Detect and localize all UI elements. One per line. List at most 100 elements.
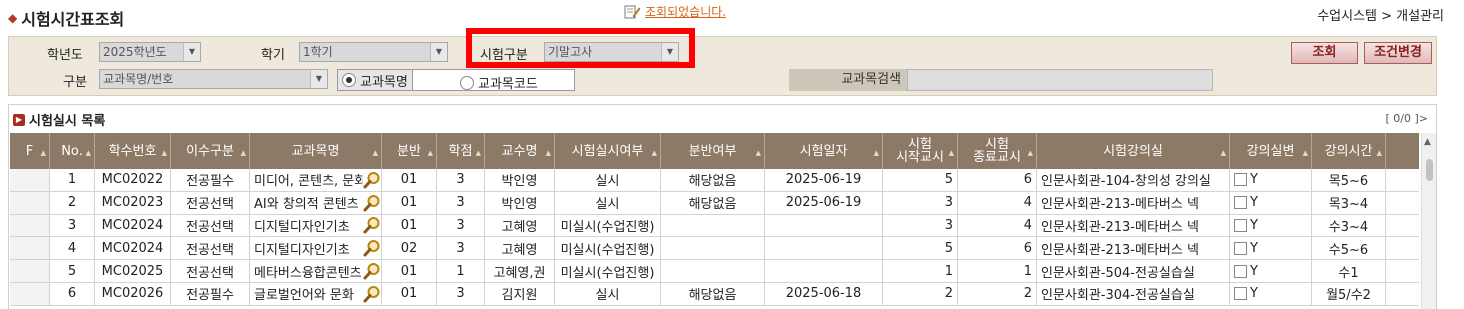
cell-text: 김지원	[501, 288, 538, 304]
sort-icon[interactable]: ▲	[41, 147, 46, 160]
column-header-label: 분반	[397, 143, 421, 159]
column-header-label: 시험실시여부	[571, 143, 644, 159]
table-cell: 5	[883, 169, 958, 191]
sort-icon[interactable]: ▲	[546, 147, 551, 160]
table-row[interactable]: 5 MC02025 전공선택 메타버스융합콘텐츠 01 1 고혜영,권 미실시(수업진행) 1 1…	[10, 260, 1419, 283]
magnifier-icon[interactable]	[363, 262, 381, 280]
sort-icon[interactable]: ▲	[373, 147, 378, 160]
magnifier-icon[interactable]	[363, 171, 381, 189]
column-header[interactable]: 교수명 ▲	[485, 133, 555, 169]
sort-icon[interactable]: ▲	[162, 147, 167, 160]
sort-icon[interactable]: ▲	[241, 147, 246, 160]
column-header[interactable]: 학수번호 ▲	[95, 133, 171, 169]
magnifier-icon[interactable]	[363, 239, 381, 257]
category-select[interactable]: 교과목명/번호 ▼	[99, 69, 328, 89]
cell-text: 전공필수	[186, 174, 234, 190]
table-cell: 해당없음	[661, 191, 765, 214]
sort-icon[interactable]: ▲	[949, 147, 954, 160]
cell-text: 3	[67, 217, 77, 233]
room-change-checkbox[interactable]	[1234, 241, 1247, 255]
cell-text: 2	[1023, 286, 1032, 302]
table-row[interactable]: 4 MC02024 전공선택 디지털디자인기초 02 3 고혜영 미실시(수업진행) 5 6 인문사…	[10, 237, 1419, 261]
table-cell	[10, 237, 50, 260]
cell-text: 인문사회관-213-메타버스 넥	[1041, 219, 1199, 235]
table-cell: 3	[437, 191, 485, 214]
sort-icon[interactable]: ▲	[428, 147, 433, 160]
cell-text: MC02023	[101, 195, 164, 211]
cell-text: 3	[944, 217, 953, 233]
keyword-input[interactable]	[907, 69, 1213, 91]
year-select[interactable]: 2025학년도 ▼	[99, 42, 201, 62]
radio-course-name[interactable]: 교과목명	[338, 70, 413, 90]
column-header[interactable]: No. ▲	[50, 133, 95, 169]
table-cell: 인문사회관-304-전공실습실	[1037, 282, 1230, 305]
room-change-checkbox[interactable]	[1234, 218, 1247, 232]
cell-text: 고혜영,권	[493, 265, 546, 281]
cell-text: 인문사회관-304-전공실습실	[1041, 288, 1195, 304]
status-message[interactable]: 조회되었습니다.	[624, 3, 726, 20]
cell-text: 6	[67, 286, 77, 302]
cell-text: 전공선택	[186, 219, 234, 235]
column-header[interactable]: 분반 ▲	[382, 133, 437, 169]
room-change-checkbox[interactable]	[1234, 287, 1247, 301]
status-message-text[interactable]: 조회되었습니다.	[645, 3, 726, 20]
column-header[interactable]: 시험실시여부 ▲	[555, 133, 661, 169]
sort-icon[interactable]: ▲	[1221, 147, 1226, 160]
table-cell: 2	[958, 282, 1037, 305]
table-row[interactable]: 6 MC02026 전공필수 글로벌언어와 문화 01 3 김지원 실시 해당없음 2025-06…	[10, 282, 1419, 306]
search-button[interactable]: 조회	[1291, 42, 1358, 64]
sort-icon[interactable]: ▲	[476, 147, 481, 160]
table-cell: 3	[883, 214, 958, 237]
cell-text: 01	[400, 263, 418, 279]
table-cell: 해당없음	[661, 169, 765, 191]
column-header[interactable]: 분반여부 ▲	[661, 133, 765, 169]
cell-text: 실시	[595, 174, 620, 190]
sort-icon[interactable]: ▲	[652, 147, 657, 160]
magnifier-icon[interactable]	[363, 216, 381, 234]
magnifier-icon[interactable]	[363, 285, 381, 303]
column-header[interactable]: 학점 ▲	[437, 133, 485, 169]
column-header[interactable]: 시험 종료교시 ▲	[958, 133, 1037, 169]
room-change-checkbox[interactable]	[1234, 264, 1247, 278]
table-row[interactable]: 3 MC02024 전공선택 디지털디자인기초 01 3 고혜영 미실시(수업진행) 3 4 인문사…	[10, 214, 1419, 238]
cell-text: 해당없음	[688, 174, 737, 190]
table-cell: 3	[437, 214, 485, 237]
room-change-checkbox[interactable]	[1234, 173, 1247, 187]
cell-text: 2	[67, 195, 77, 211]
radio-course-code[interactable]: 교과목코드	[460, 73, 538, 92]
column-header[interactable]: 시험일자 ▲	[765, 133, 883, 169]
sort-icon[interactable]: ▲	[86, 147, 91, 160]
scroll-thumb[interactable]	[1426, 159, 1433, 181]
term-select[interactable]: 1학기 ▼	[299, 42, 448, 62]
scroll-up-icon[interactable]: ▲	[1424, 137, 1431, 147]
table-cell	[10, 260, 50, 282]
cell-text: 2025-06-18	[785, 286, 862, 302]
sort-icon[interactable]: ▲	[874, 147, 879, 160]
cell-text: 인문사회관-213-메타버스 넥	[1041, 197, 1199, 213]
column-header[interactable]: 강의시간 ▲	[1312, 133, 1386, 169]
term-select-value: 1학기	[303, 45, 333, 59]
sort-icon[interactable]: ▲	[1303, 147, 1308, 160]
table-row[interactable]: 1 MC02022 전공필수 미디어, 콘텐츠, 문화 01 3 박인영 실시 해당없음 2025…	[10, 169, 1419, 192]
room-change-checkbox[interactable]	[1234, 196, 1247, 210]
cell-text: 01	[400, 217, 418, 233]
table-row[interactable]: 2 MC02023 전공선택 AI와 창의적 콘텐츠 01 3 박인영 실시 해당없음 2025-…	[10, 191, 1419, 215]
column-header[interactable]: 시험 시작교시 ▲	[883, 133, 958, 169]
vertical-scrollbar[interactable]: ▲	[1421, 133, 1436, 309]
column-header[interactable]: 교과목명 ▲	[250, 133, 382, 169]
table-cell: 1	[437, 260, 485, 282]
magnifier-icon[interactable]	[363, 194, 381, 212]
sort-icon[interactable]: ▲	[1028, 147, 1033, 160]
column-header[interactable]: 강의실변 ▲	[1230, 133, 1312, 169]
column-header[interactable]: 시험강의실 ▲	[1037, 133, 1230, 169]
table-cell	[661, 214, 765, 237]
cell-text: 수3~4	[1328, 219, 1369, 235]
cell-text: 글로벌언어와 문화	[254, 288, 354, 304]
sort-icon[interactable]: ▲	[1377, 147, 1382, 160]
column-header[interactable]: 이수구분 ▲	[171, 133, 250, 169]
reset-conditions-button[interactable]: 조건변경	[1364, 42, 1432, 64]
sort-icon[interactable]: ▲	[756, 147, 761, 160]
column-header[interactable]: F ▲	[10, 133, 50, 169]
column-header-label: 시험일자	[799, 143, 848, 159]
cell-text: 고혜영	[501, 242, 538, 258]
